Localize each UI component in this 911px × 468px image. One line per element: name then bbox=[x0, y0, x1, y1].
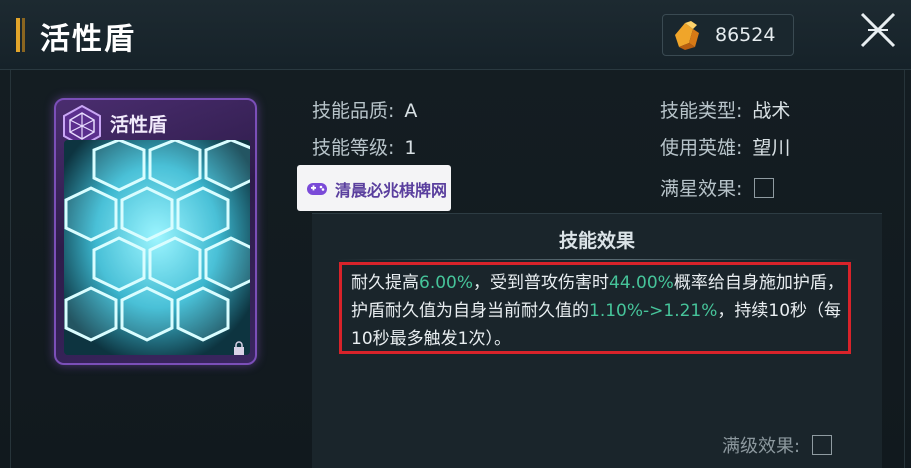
page-title: 活性盾 bbox=[40, 22, 136, 57]
effect-value-highlight: 6.00% bbox=[419, 273, 474, 293]
effect-value-highlight: 1.10%->1.21% bbox=[589, 301, 718, 321]
divider bbox=[336, 259, 858, 260]
skill-hero: 使用英雄: 望川 bbox=[660, 137, 791, 159]
effect-text-segment: ，受到普攻伤害时 bbox=[473, 273, 610, 293]
skill-effect-panel: 技能效果 耐久提高6.00%，受到普攻伤害时44.00%概率给自身施加护盾，护盾… bbox=[312, 213, 882, 468]
effect-highlight-box: 耐久提高6.00%，受到普攻伤害时44.00%概率给自身施加护盾，护盾耐久值为自… bbox=[339, 262, 851, 354]
crystal-icon bbox=[675, 21, 699, 50]
effect-title: 技能效果 bbox=[558, 230, 635, 252]
watermark-text: 清晨必兆棋牌网 bbox=[335, 181, 448, 200]
watermark: 清晨必兆棋牌网 bbox=[297, 165, 451, 211]
effect-value-highlight: 44.00% bbox=[609, 273, 674, 293]
max-level-label: 满级效果: bbox=[722, 436, 801, 457]
close-icon[interactable] bbox=[856, 8, 900, 52]
skill-level: 技能等级: 1 bbox=[312, 137, 417, 159]
effect-text-segment: 耐久提高 bbox=[351, 273, 419, 293]
max-star-effect: 满星效果: bbox=[660, 174, 775, 201]
title-accent-bar bbox=[16, 18, 26, 52]
currency-value: 86524 bbox=[715, 24, 776, 46]
gamepad-icon bbox=[307, 183, 327, 195]
lock-icon bbox=[234, 341, 244, 355]
max-level-checkbox[interactable] bbox=[812, 435, 833, 455]
currency-display: 86524 bbox=[662, 14, 794, 56]
top-bar: 活性盾 86524 bbox=[0, 0, 911, 70]
skill-type: 技能类型: 战术 bbox=[660, 100, 791, 122]
skill-quality: 技能品质: A bbox=[312, 100, 418, 122]
hex-shield-art bbox=[64, 140, 250, 355]
skill-card: 活性盾 bbox=[54, 98, 257, 365]
max-level-effect: 满级效果: bbox=[722, 432, 833, 458]
card-title: 活性盾 bbox=[110, 114, 168, 136]
effect-description: 耐久提高6.00%，受到普攻伤害时44.00%概率给自身施加护盾，护盾耐久值为自… bbox=[351, 269, 846, 353]
max-star-checkbox[interactable] bbox=[754, 178, 775, 198]
